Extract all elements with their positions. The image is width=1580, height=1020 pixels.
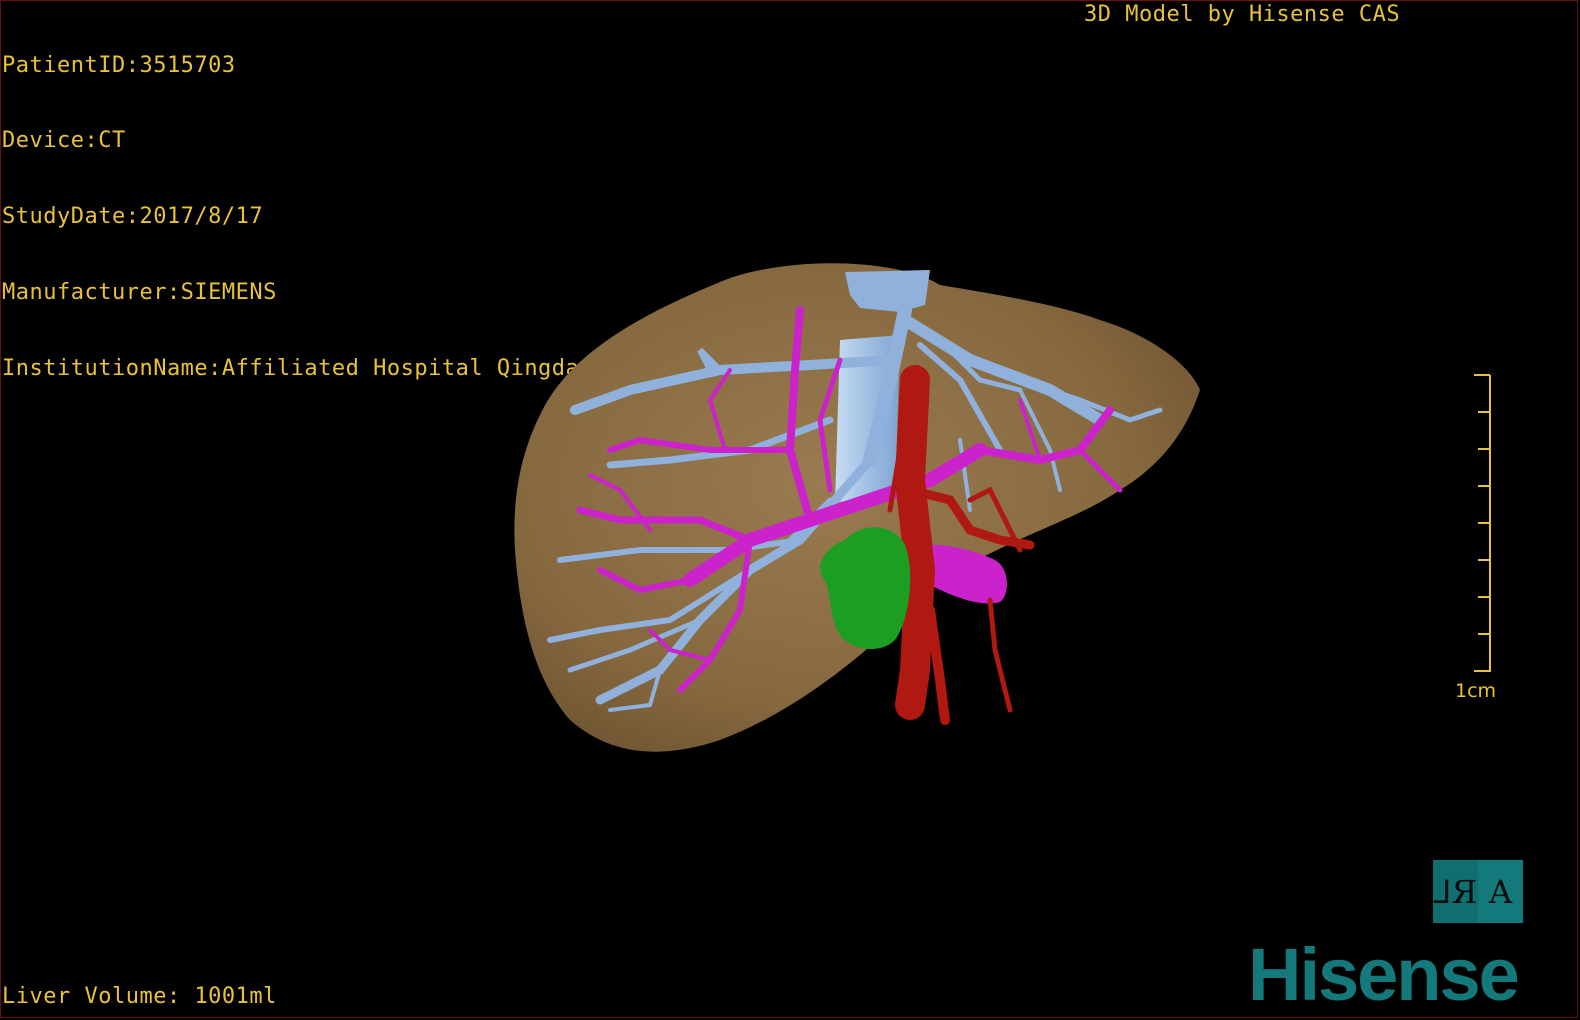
- model-credit-text: 3D Model by Hisense CAS: [1084, 2, 1401, 27]
- orientation-mirrored-glyph[interactable]: ⅃Я: [1433, 860, 1478, 923]
- svg-text:Hisense: Hisense: [1248, 938, 1518, 1016]
- patient-id-text: PatientID:3515703: [2, 52, 236, 78]
- study-date-text: StudyDate:2017/8/17: [2, 204, 264, 230]
- device-text: Device:CT: [2, 128, 126, 154]
- 3d-model-viewport[interactable]: [500, 250, 1220, 770]
- orientation-toggle-button[interactable]: ⅃Я A: [1433, 860, 1523, 923]
- scale-bar: [1474, 374, 1491, 672]
- liver-volume-text: Liver Volume: 1001ml: [2, 984, 277, 1009]
- orientation-normal-glyph[interactable]: A: [1478, 860, 1523, 923]
- hisense-logo: Hisense: [1248, 938, 1520, 1016]
- scale-label: 1cm: [1455, 680, 1497, 702]
